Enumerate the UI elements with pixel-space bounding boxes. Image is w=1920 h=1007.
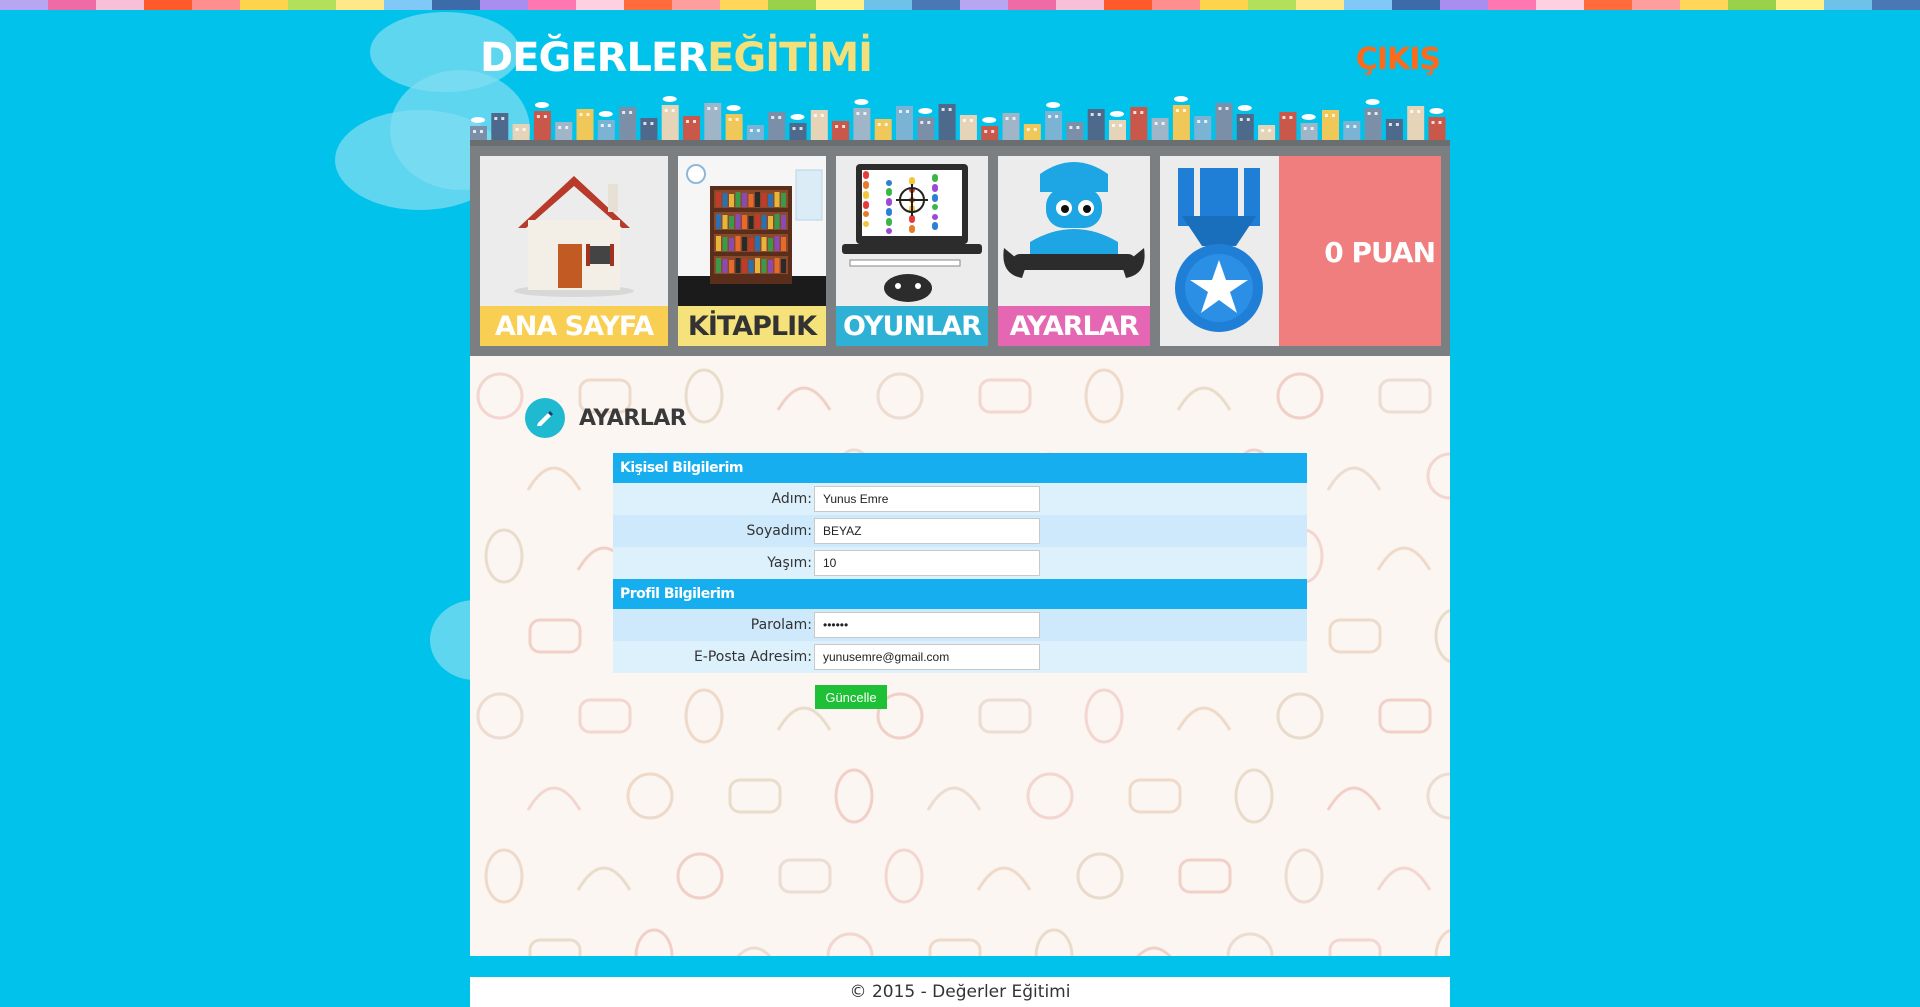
footer-copyright: © 2015 - Değerler Eğitimi xyxy=(470,977,1450,1007)
nav-label: KİTAPLIK xyxy=(678,306,826,346)
bookshelf-icon xyxy=(678,156,826,308)
age-input[interactable] xyxy=(814,550,1040,576)
section-header: AYARLAR xyxy=(525,398,687,438)
form-row-last-name: Soyadım: xyxy=(613,515,1307,547)
update-button[interactable]: Güncelle xyxy=(815,685,887,709)
field-label: E-Posta Adresim: xyxy=(693,649,812,665)
form-row-first-name: Adım: xyxy=(613,483,1307,515)
nav-item-library[interactable]: KİTAPLIK xyxy=(678,156,826,346)
page-container: DEĞERLEREĞİTİMİ ÇIKIŞ ANA SAYFA KİTAPLIK… xyxy=(470,0,1450,1007)
medal-icon xyxy=(1160,156,1279,346)
email-input[interactable] xyxy=(814,644,1040,670)
nav-label: OYUNLAR xyxy=(836,306,988,346)
mechanic-wrench-icon xyxy=(998,156,1150,308)
profile-info-heading: Profil Bilgilerim xyxy=(613,579,1307,609)
field-label: Parolam: xyxy=(750,617,812,633)
house-icon xyxy=(480,156,668,308)
logo-part1: DEĞERLER xyxy=(480,35,708,81)
pencil-icon xyxy=(525,398,565,438)
settings-content: AYARLAR Kişisel Bilgilerim Adım: Soyadım… xyxy=(470,356,1450,956)
form-row-email: E-Posta Adresim: xyxy=(613,641,1307,673)
site-logo[interactable]: DEĞERLEREĞİTİMİ xyxy=(480,35,873,81)
points-panel: 0 PUAN xyxy=(1279,156,1441,346)
field-label: Soyadım: xyxy=(746,523,812,539)
personal-info-heading: Kişisel Bilgilerim xyxy=(613,453,1307,483)
form-row-password: Parolam: xyxy=(613,609,1307,641)
points-label: 0 PUAN xyxy=(1324,236,1436,269)
settings-form: Kişisel Bilgilerim Adım: Soyadım: Yaşım:… xyxy=(613,453,1307,709)
nav-item-rewards[interactable] xyxy=(1160,156,1279,346)
password-input[interactable] xyxy=(814,612,1040,638)
page-title: AYARLAR xyxy=(579,405,687,431)
game-laptop-icon xyxy=(836,156,988,308)
field-label: Yaşım: xyxy=(767,555,812,571)
nav-item-games[interactable]: OYUNLAR xyxy=(836,156,988,346)
form-row-age: Yaşım: xyxy=(613,547,1307,579)
main-nav: ANA SAYFA KİTAPLIK OYUNLAR AYARLAR 0 PUA… xyxy=(470,146,1450,356)
logo-part2: EĞİTİMİ xyxy=(707,35,873,81)
nav-label: ANA SAYFA xyxy=(480,306,668,346)
nav-item-home[interactable]: ANA SAYFA xyxy=(480,156,668,346)
first-name-input[interactable] xyxy=(814,486,1040,512)
last-name-input[interactable] xyxy=(814,518,1040,544)
city-skyline-decoration xyxy=(470,96,1450,146)
nav-label: AYARLAR xyxy=(998,306,1150,346)
field-label: Adım: xyxy=(771,491,812,507)
logout-button[interactable]: ÇIKIŞ xyxy=(1356,42,1441,77)
nav-item-settings[interactable]: AYARLAR xyxy=(998,156,1150,346)
